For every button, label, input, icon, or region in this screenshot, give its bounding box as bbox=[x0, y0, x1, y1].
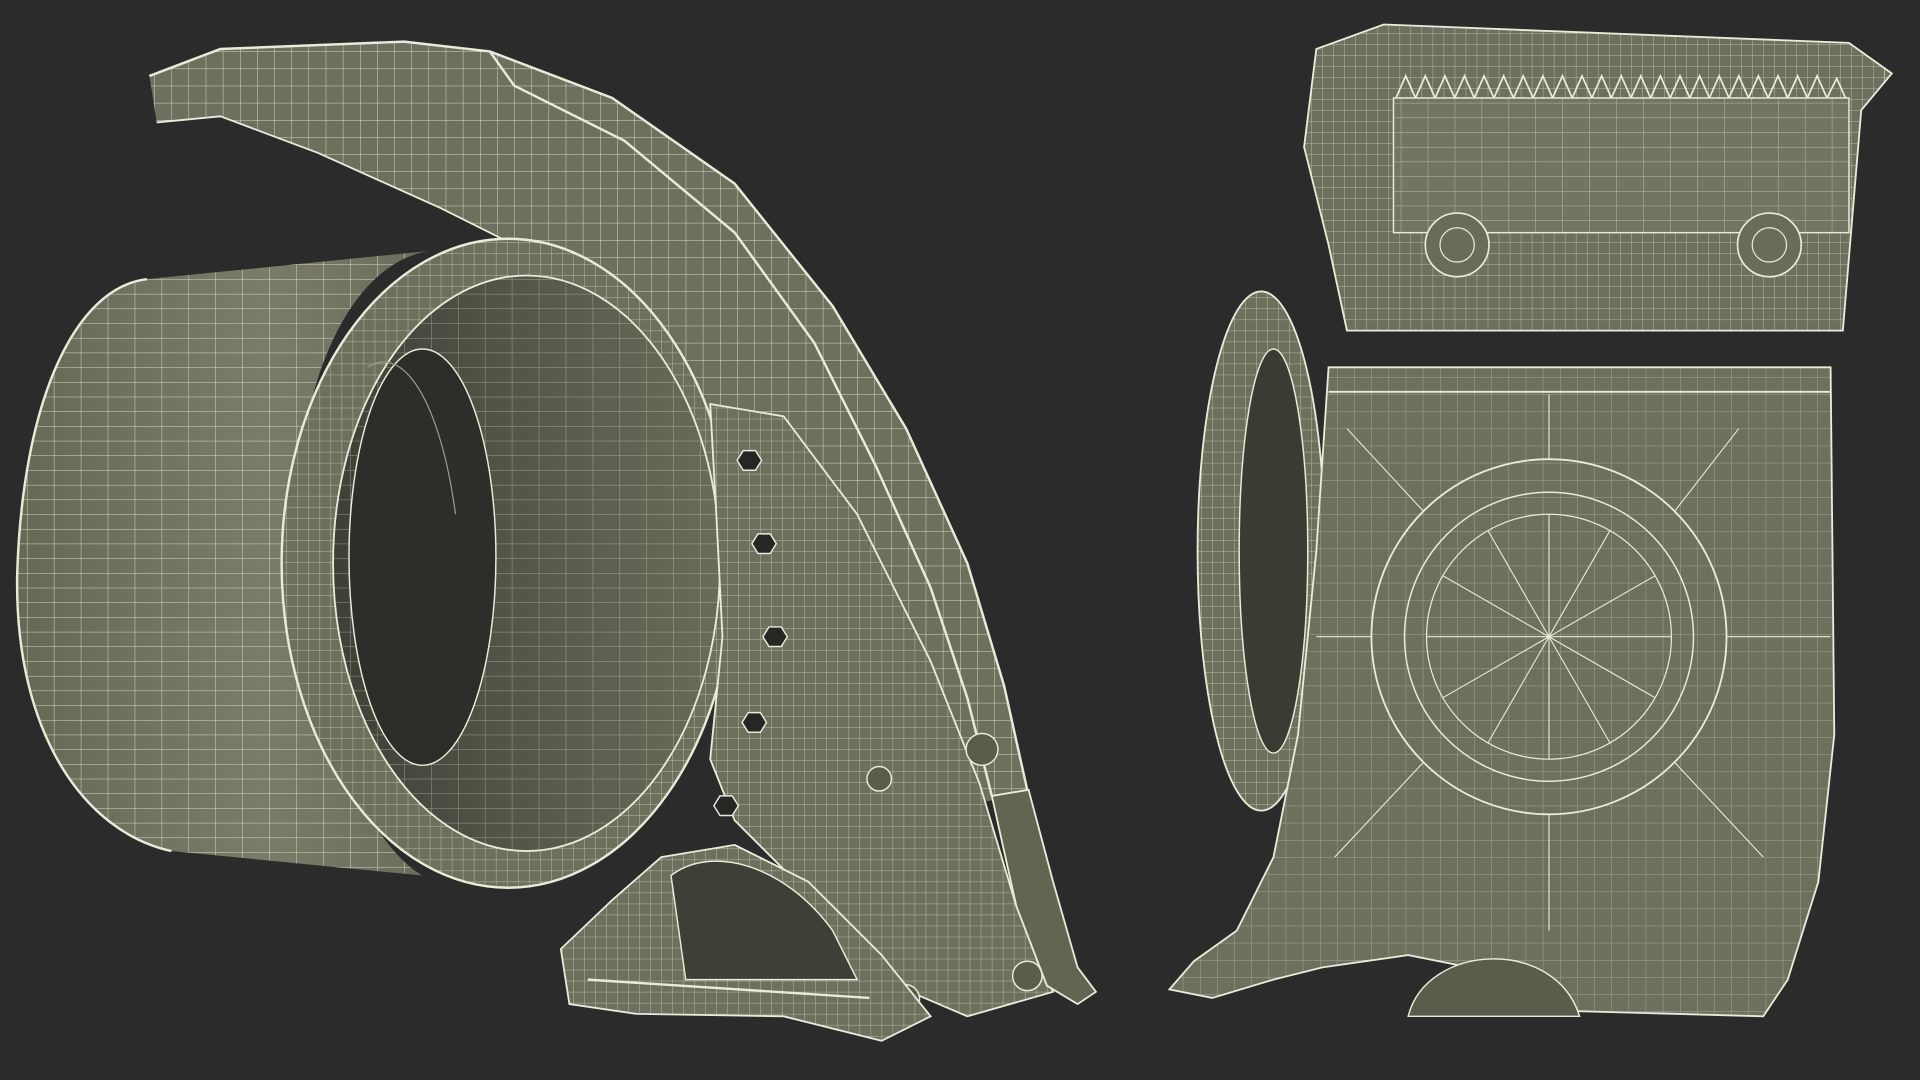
render-viewport bbox=[0, 0, 1920, 1080]
core-hole bbox=[348, 348, 496, 766]
wireframe-render bbox=[0, 0, 1920, 1080]
